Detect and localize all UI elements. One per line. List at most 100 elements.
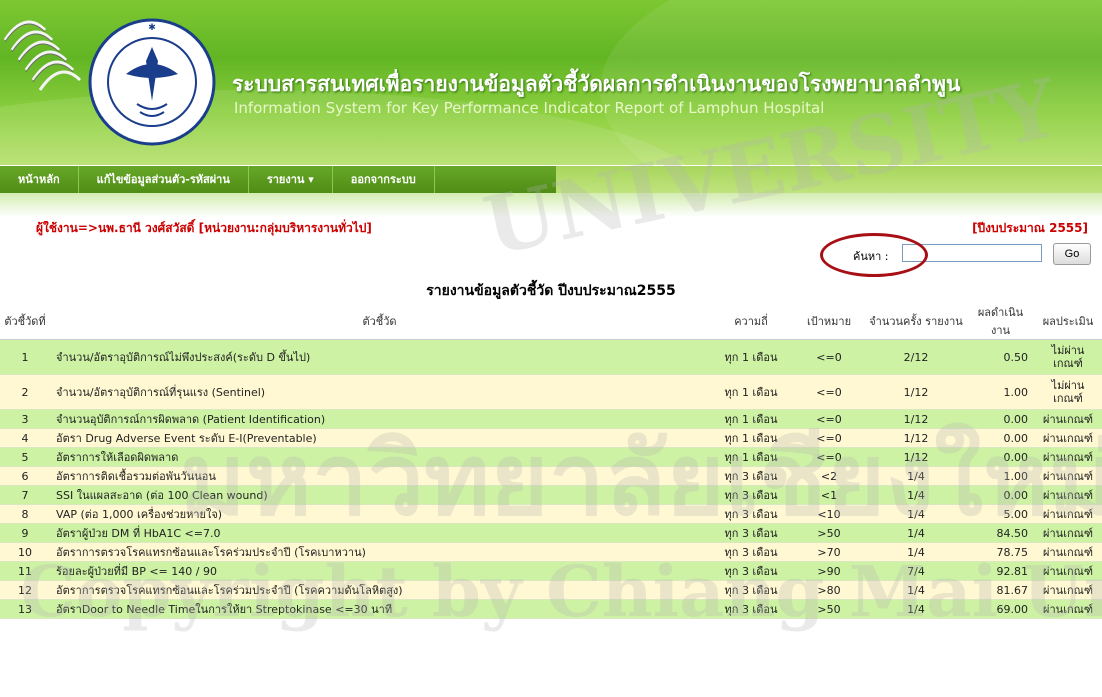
- cell-indicator-name: อัตรา Drug Adverse Event ระดับ E-I(Preve…: [50, 428, 709, 448]
- cell-target: <=0: [793, 374, 865, 410]
- cell-result: 84.50: [967, 523, 1034, 543]
- cell-result: 0.00: [967, 428, 1034, 448]
- table-row: 13 อัตราDoor to Needle Timeในการให้ยา Str…: [0, 599, 1102, 619]
- cell-indicator-no: 9: [0, 523, 50, 543]
- cell-indicator-no: 13: [0, 599, 50, 619]
- cell-evaluation: ผ่านเกณฑ์: [1034, 409, 1102, 429]
- cell-target: <10: [793, 504, 865, 524]
- cell-target: <1: [793, 485, 865, 505]
- cell-frequency: ทุก 1 เดือน: [709, 447, 793, 467]
- nav-edit-profile[interactable]: แก้ไขข้อมูลส่วนตัว-รหัสผ่าน: [79, 166, 249, 193]
- cell-report-count: 1/4: [865, 599, 967, 619]
- cell-report-count: 1/12: [865, 409, 967, 429]
- cell-indicator-name: จำนวนอุบัติการณ์การผิดพลาด (Patient Iden…: [50, 409, 709, 429]
- header-indicator: ตัวชี้วัด: [50, 303, 709, 340]
- cell-result: 0.50: [967, 339, 1034, 375]
- header-target: เป้าหมาย: [793, 303, 865, 340]
- table-row: 12 อัตราการตรวจโรคแทรกซ้อนและโรคร่วมประจำ…: [0, 580, 1102, 600]
- table-row: 10 อัตราการตรวจโรคแทรกซ้อนและโรคร่วมประจำ…: [0, 542, 1102, 562]
- cell-report-count: 1/12: [865, 428, 967, 448]
- kpi-table: ตัวชี้วัดที่ ตัวชี้วัด ความถี่ เป้าหมาย …: [0, 303, 1102, 619]
- go-button[interactable]: Go: [1053, 243, 1091, 265]
- cell-indicator-no: 3: [0, 409, 50, 429]
- search-input[interactable]: [902, 244, 1042, 262]
- cell-target: <2: [793, 466, 865, 486]
- cell-frequency: ทุก 3 เดือน: [709, 561, 793, 581]
- cell-frequency: ทุก 3 เดือน: [709, 504, 793, 524]
- cell-target: >90: [793, 561, 865, 581]
- table-row: 11 ร้อยละผู้ป่วยที่มี BP <= 140 / 90 ทุก 3…: [0, 561, 1102, 581]
- cell-evaluation: ผ่านเกณฑ์: [1034, 542, 1102, 562]
- cell-indicator-name: อัตราการตรวจโรคแทรกซ้อนและโรคร่วมประจำปี…: [50, 580, 709, 600]
- fiscal-year-label: [ปีงบประมาณ 2555]: [972, 221, 1088, 235]
- header-banner: ✱ ระบบสารสนเทศเพื่อรายงานข้อมูลตัวชี้วัด…: [0, 0, 1102, 165]
- cell-result: 1.00: [967, 374, 1034, 410]
- cell-report-count: 1/4: [865, 485, 967, 505]
- table-row: 5 อัตราการให้เลือดผิดพลาด ทุก 1 เดือน <=0 1/…: [0, 447, 1102, 467]
- cell-target: >50: [793, 523, 865, 543]
- cell-frequency: ทุก 3 เดือน: [709, 523, 793, 543]
- nav-home[interactable]: หน้าหลัก: [0, 166, 79, 193]
- nav-shadow: [0, 193, 1102, 217]
- svg-text:✱: ✱: [148, 23, 156, 33]
- cell-frequency: ทุก 1 เดือน: [709, 339, 793, 375]
- cell-result: 1.00: [967, 466, 1034, 486]
- cell-indicator-no: 5: [0, 447, 50, 467]
- cell-frequency: ทุก 1 เดือน: [709, 374, 793, 410]
- cell-indicator-no: 11: [0, 561, 50, 581]
- cell-report-count: 1/4: [865, 523, 967, 543]
- cell-evaluation: ผ่านเกณฑ์: [1034, 599, 1102, 619]
- nav-bar-filler: [556, 166, 1102, 193]
- report-title: รายงานข้อมูลตัวชี้วัด ปีงบประมาณ2555: [426, 283, 676, 299]
- table-row: 2 จำนวน/อัตราอุบัติการณ์ที่รุนแรง (Sentin…: [0, 374, 1102, 410]
- cell-frequency: ทุก 3 เดือน: [709, 485, 793, 505]
- cell-evaluation: ผ่านเกณฑ์: [1034, 447, 1102, 467]
- cell-indicator-no: 2: [0, 374, 50, 410]
- cell-evaluation: ผ่านเกณฑ์: [1034, 428, 1102, 448]
- cell-indicator-name: จำนวน/อัตราอุบัติการณ์ไม่พึงประสงค์(ระดั…: [50, 339, 709, 375]
- cell-target: >50: [793, 599, 865, 619]
- header-indicator-no: ตัวชี้วัดที่: [0, 303, 50, 340]
- cell-report-count: 1/4: [865, 466, 967, 486]
- cell-indicator-no: 8: [0, 504, 50, 524]
- cell-evaluation: ผ่านเกณฑ์: [1034, 561, 1102, 581]
- table-header-row: ตัวชี้วัดที่ ตัวชี้วัด ความถี่ เป้าหมาย …: [0, 303, 1102, 340]
- cell-evaluation: ผ่านเกณฑ์: [1034, 466, 1102, 486]
- cell-result: 92.81: [967, 561, 1034, 581]
- cell-indicator-no: 12: [0, 580, 50, 600]
- nav-reports-dropdown[interactable]: รายงาน ▾: [249, 166, 333, 193]
- cell-indicator-name: SSI ในแผลสะอาด (ต่อ 100 Clean wound): [50, 485, 709, 505]
- system-title-english: Information System for Key Performance I…: [234, 99, 825, 117]
- table-row: 3 จำนวนอุบัติการณ์การผิดพลาด (Patient Ide…: [0, 409, 1102, 429]
- cell-result: 78.75: [967, 542, 1034, 562]
- user-info: ผู้ใช้งาน=>นพ.ธานี วงศ์สวัสดิ์ [หน่วยงาน…: [36, 221, 372, 235]
- cell-report-count: 1/12: [865, 374, 967, 410]
- cell-indicator-name: ร้อยละผู้ป่วยที่มี BP <= 140 / 90: [50, 561, 709, 581]
- cell-indicator-no: 7: [0, 485, 50, 505]
- cell-target: <=0: [793, 409, 865, 429]
- header-result: ผลดำเนิน งาน: [967, 303, 1034, 340]
- nav-logout[interactable]: ออกจากระบบ: [333, 166, 435, 193]
- cell-frequency: ทุก 3 เดือน: [709, 580, 793, 600]
- cell-evaluation: ผ่านเกณฑ์: [1034, 523, 1102, 543]
- cell-evaluation: ผ่านเกณฑ์: [1034, 485, 1102, 505]
- cell-frequency: ทุก 1 เดือน: [709, 409, 793, 429]
- cell-indicator-name: VAP (ต่อ 1,000 เครื่องช่วยหายใจ): [50, 504, 709, 524]
- cell-report-count: 7/4: [865, 561, 967, 581]
- table-row: 9 อัตราผู้ป่วย DM ที่ HbA1C <=7.0 ทุก 3 เด…: [0, 523, 1102, 543]
- cell-report-count: 1/4: [865, 542, 967, 562]
- cell-frequency: ทุก 3 เดือน: [709, 466, 793, 486]
- cell-indicator-name: อัตราDoor to Needle Timeในการให้ยา Strep…: [50, 599, 709, 619]
- cell-evaluation: ไม่ผ่าน เกณฑ์: [1034, 374, 1102, 410]
- cell-report-count: 2/12: [865, 339, 967, 375]
- system-title-thai: ระบบสารสนเทศเพื่อรายงานข้อมูลตัวชี้วัดผล…: [232, 72, 961, 96]
- cell-frequency: ทุก 3 เดือน: [709, 599, 793, 619]
- header-evaluation: ผลประเมิน: [1034, 303, 1102, 340]
- cell-target: <=0: [793, 447, 865, 467]
- cell-report-count: 1/4: [865, 580, 967, 600]
- cell-target: >70: [793, 542, 865, 562]
- cell-result: 0.00: [967, 485, 1034, 505]
- cell-indicator-name: อัตราผู้ป่วย DM ที่ HbA1C <=7.0: [50, 523, 709, 543]
- cell-evaluation: ผ่านเกณฑ์: [1034, 580, 1102, 600]
- cell-indicator-no: 6: [0, 466, 50, 486]
